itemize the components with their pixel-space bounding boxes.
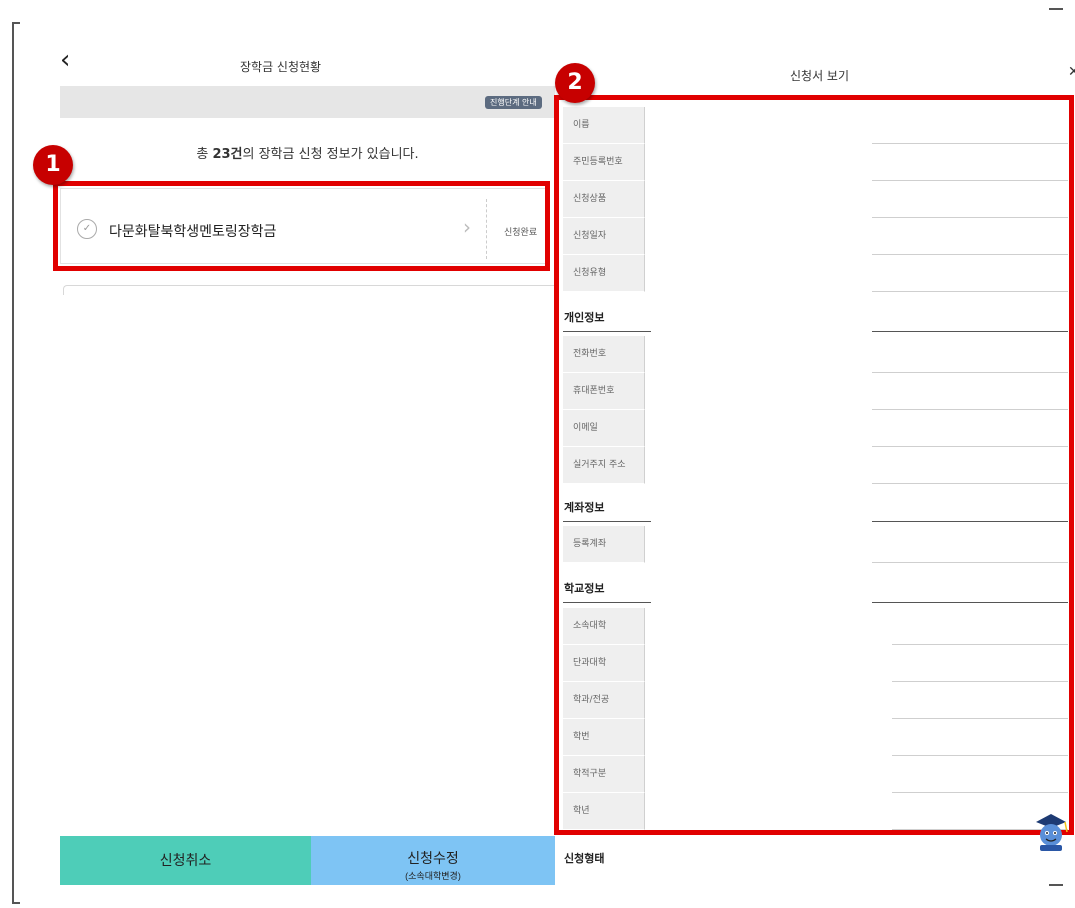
back-button[interactable]: ‹ xyxy=(60,47,70,73)
close-icon[interactable]: ✕ xyxy=(1068,64,1075,80)
frame-bracket-left xyxy=(12,22,20,904)
frame-bracket-top-right xyxy=(1049,8,1063,10)
mascot-icon[interactable] xyxy=(1032,808,1070,854)
chevron-left-icon: ‹ xyxy=(60,45,71,75)
frame-bracket-bottom-right xyxy=(1049,884,1063,886)
annotation-box-2 xyxy=(554,95,1074,835)
page-title: 장학금 신청현황 xyxy=(240,60,322,74)
summary-count: 23건 xyxy=(212,147,243,162)
guide-bar xyxy=(60,86,555,118)
modify-button-label: 신청수정 xyxy=(407,849,459,866)
progress-guide-button[interactable]: 진행단계 안내 xyxy=(485,96,542,109)
cancel-application-button[interactable]: 신청취소 xyxy=(60,836,311,885)
annotation-box-1 xyxy=(53,181,550,271)
summary-text: 총 23건의 장학금 신청 정보가 있습니다. xyxy=(60,143,555,162)
summary-prefix: 총 xyxy=(196,147,213,162)
summary-suffix: 의 장학금 신청 정보가 있습니다. xyxy=(242,147,419,162)
section-title: 신청형태 xyxy=(564,852,605,865)
annotation-badge-2: 2 xyxy=(555,63,595,103)
annotation-badge-1: 1 xyxy=(33,145,73,185)
application-view-title: 신청서 보기 xyxy=(790,69,850,83)
list-container xyxy=(63,285,555,295)
modify-button-sublabel: (소속대학변경) xyxy=(405,870,461,881)
modify-application-button[interactable]: 신청수정 (소속대학변경) xyxy=(311,836,555,885)
